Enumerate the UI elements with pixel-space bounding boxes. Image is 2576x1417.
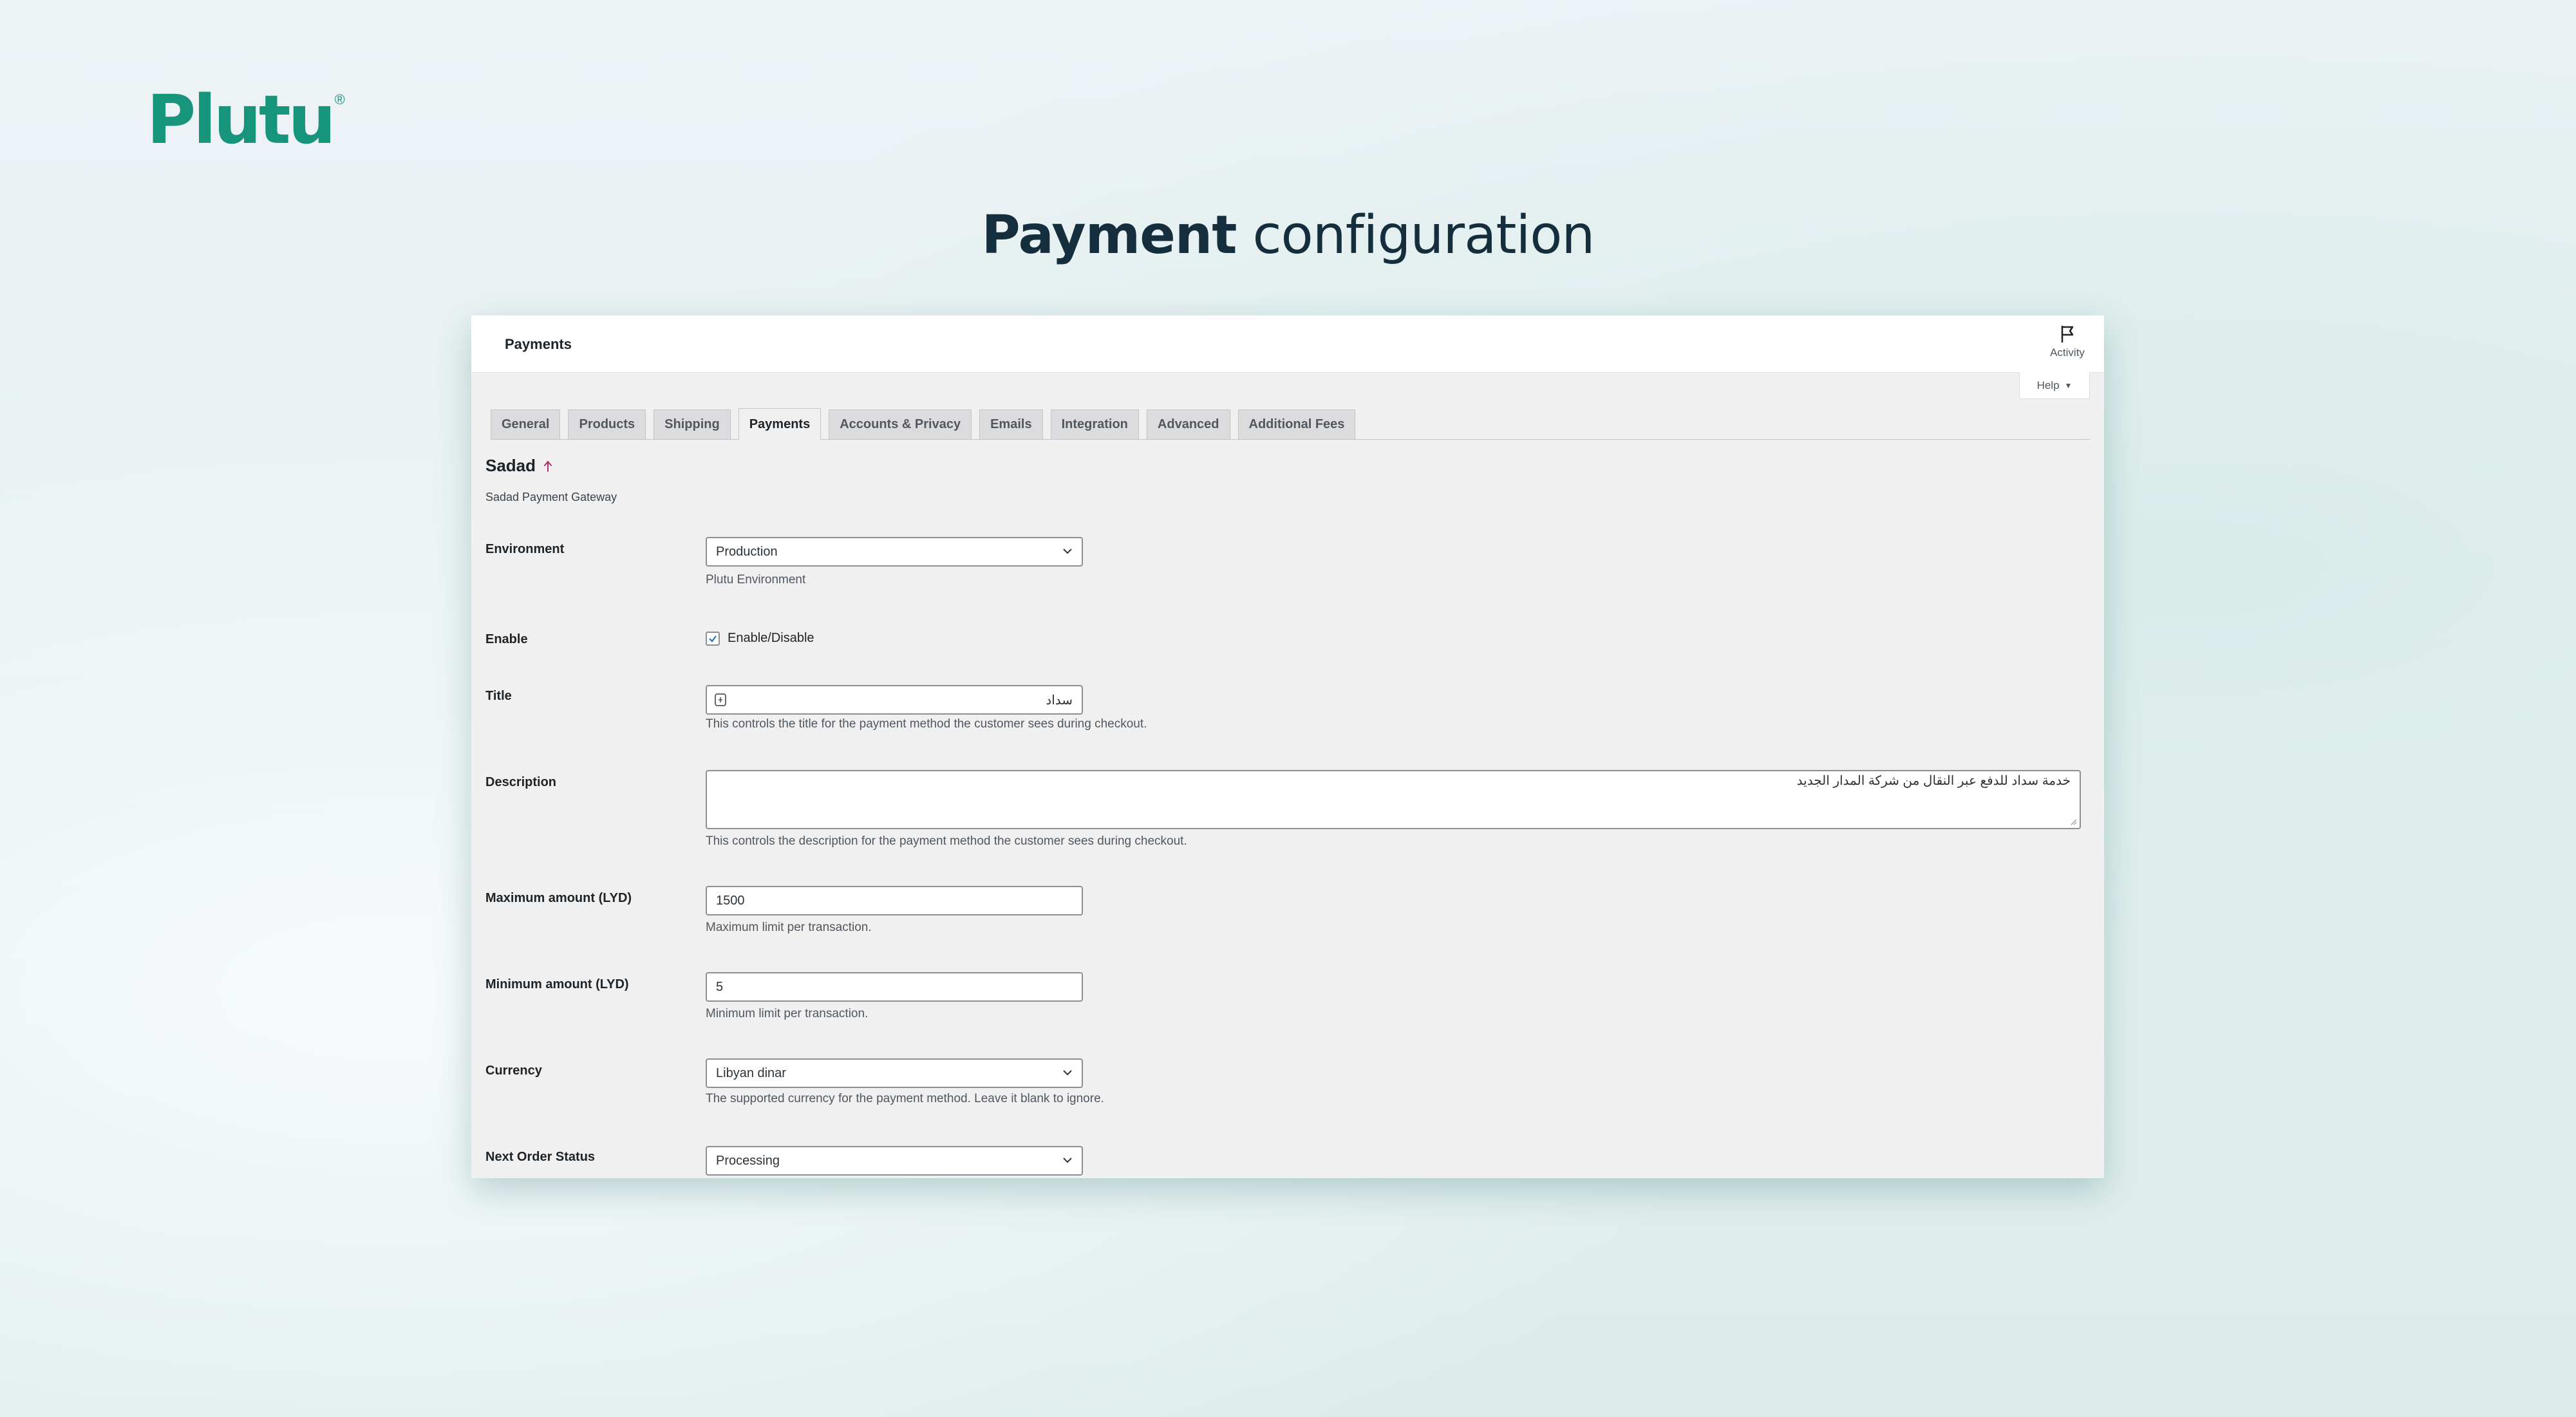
- plutu-logo: Plutu ®: [147, 80, 345, 159]
- min-amount-help: Minimum limit per transaction.: [706, 1007, 869, 1020]
- min-amount-input[interactable]: 5: [706, 972, 1083, 1002]
- tab-products[interactable]: Products: [568, 409, 646, 439]
- enable-label: Enable: [485, 632, 528, 646]
- next-order-status-value: Processing: [716, 1153, 780, 1168]
- logo-text: Plutu: [147, 80, 336, 159]
- currency-value: Libyan dinar: [716, 1065, 786, 1080]
- tab-additional-fees[interactable]: Additional Fees: [1237, 409, 1356, 439]
- heading-light: configuration: [1252, 205, 1595, 266]
- description-help: This controls the description for the pa…: [706, 834, 1187, 848]
- next-order-status-select[interactable]: Processing: [706, 1146, 1083, 1176]
- description-value: خدمة سداد للدفع عبر النقال من شركة المدا…: [1796, 774, 2071, 788]
- title-label: Title: [485, 689, 512, 703]
- next-order-status-label: Next Order Status: [485, 1150, 596, 1164]
- tab-integration[interactable]: Integration: [1050, 409, 1139, 439]
- section-title: Sadad: [485, 456, 554, 476]
- description-textarea[interactable]: خدمة سداد للدفع عبر النقال من شركة المدا…: [706, 770, 2081, 829]
- title-value: سداد: [1046, 693, 1073, 708]
- min-amount-value: 5: [716, 979, 724, 994]
- tab-general[interactable]: General: [491, 409, 561, 439]
- environment-select[interactable]: Production: [706, 537, 1083, 567]
- description-label: Description: [485, 775, 557, 789]
- tab-advanced[interactable]: Advanced: [1146, 409, 1230, 439]
- title-help: This controls the title for the payment …: [706, 717, 1147, 731]
- environment-label: Environment: [485, 542, 565, 556]
- translate-icon[interactable]: [713, 692, 728, 708]
- chevron-down-icon: [1063, 549, 1072, 554]
- registered-mark: ®: [334, 91, 345, 108]
- top-bar: Payments Activity: [471, 315, 2104, 373]
- chevron-down-icon: [1063, 1158, 1072, 1163]
- max-amount-help: Maximum limit per transaction.: [706, 921, 872, 934]
- max-amount-label: Maximum amount (LYD): [485, 891, 632, 905]
- caret-down-icon: ▼: [2064, 380, 2073, 390]
- tab-emails[interactable]: Emails: [979, 409, 1043, 439]
- help-label: Help: [2036, 379, 2060, 391]
- activity-button[interactable]: Activity: [2045, 324, 2090, 359]
- enable-checkbox-label: Enable/Disable: [728, 631, 814, 645]
- heading-strong: Payment: [981, 205, 1237, 266]
- tab-shipping[interactable]: Shipping: [653, 409, 731, 439]
- checkmark-icon: [709, 635, 717, 643]
- currency-select[interactable]: Libyan dinar: [706, 1058, 1083, 1088]
- enable-checkbox[interactable]: [706, 631, 720, 646]
- help-button[interactable]: Help ▼: [2019, 372, 2090, 399]
- currency-label: Currency: [485, 1064, 542, 1078]
- max-amount-input[interactable]: 1500: [706, 886, 1083, 915]
- resize-handle-icon[interactable]: [2069, 818, 2077, 825]
- max-amount-value: 1500: [716, 893, 745, 908]
- tab-payments[interactable]: Payments: [738, 408, 822, 440]
- activity-label: Activity: [2050, 346, 2085, 359]
- section-description: Sadad Payment Gateway: [485, 491, 617, 503]
- section-title-text: Sadad: [485, 456, 536, 475]
- tab-accounts-privacy[interactable]: Accounts & Privacy: [829, 409, 972, 439]
- flag-icon: [2061, 326, 2074, 343]
- enable-checkbox-row[interactable]: Enable/Disable: [706, 631, 814, 646]
- page-heading: Payment configuration: [0, 205, 2576, 266]
- up-arrow-icon[interactable]: [542, 460, 554, 473]
- settings-window: Payments Activity Help ▼ General Product…: [471, 315, 2104, 1178]
- environment-value: Production: [716, 544, 778, 559]
- environment-help: Plutu Environment: [706, 573, 806, 587]
- chevron-down-icon: [1063, 1070, 1072, 1076]
- page-title: Payments: [505, 336, 572, 352]
- min-amount-label: Minimum amount (LYD): [485, 977, 629, 991]
- settings-tabs: General Products Shipping Payments Accou…: [491, 408, 2090, 440]
- currency-help: The supported currency for the payment m…: [706, 1092, 1104, 1105]
- title-field[interactable]: سداد: [706, 685, 1083, 715]
